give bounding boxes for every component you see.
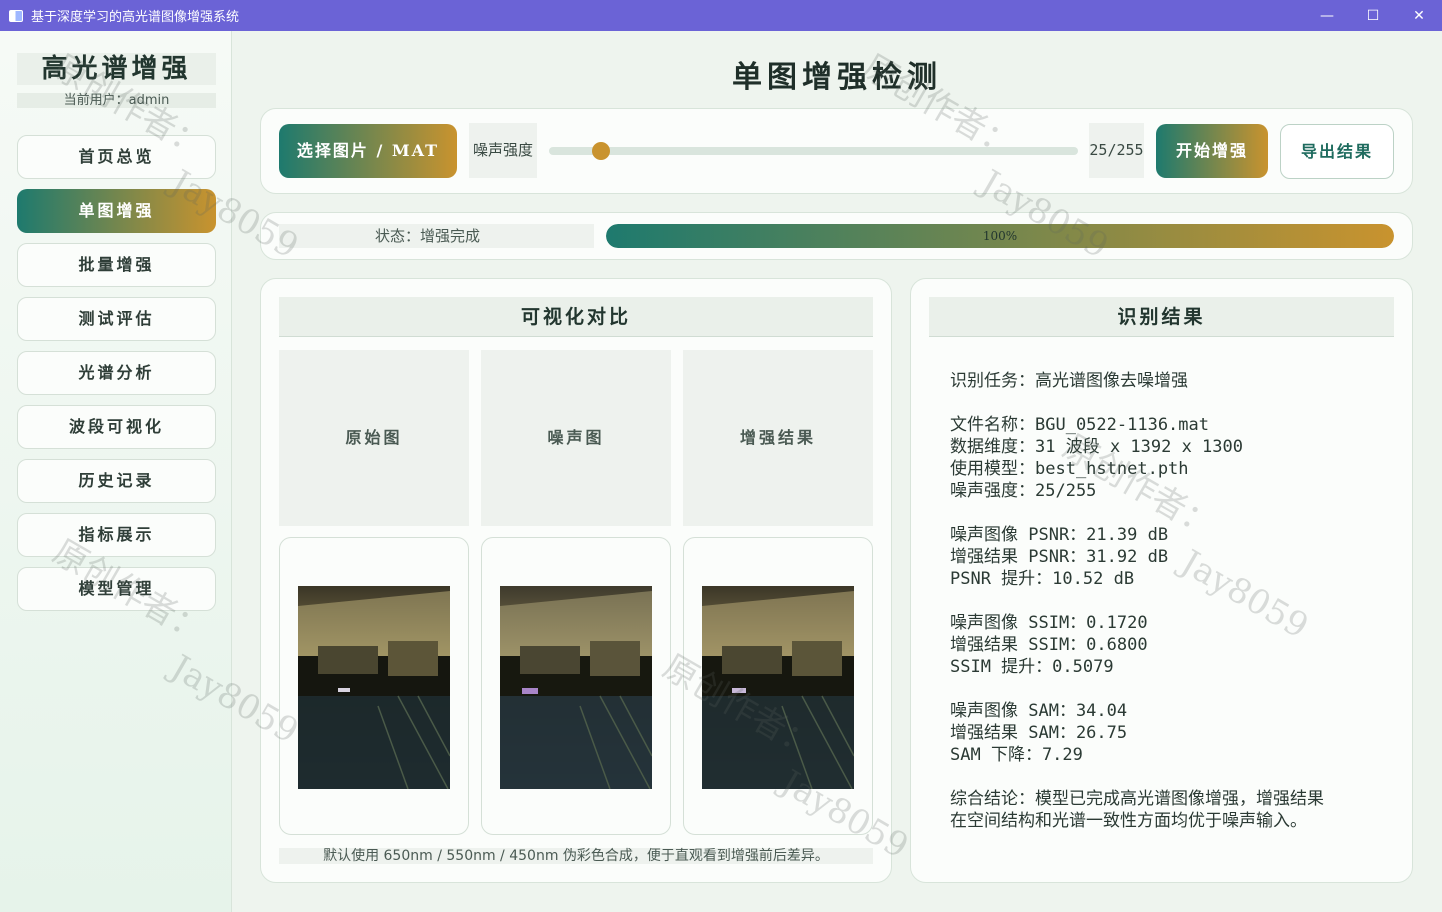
app-icon: [9, 9, 23, 22]
minimize-icon[interactable]: —: [1304, 0, 1350, 31]
original-label: 原始图: [279, 350, 469, 526]
sidebar-item-spectral[interactable]: 光谱分析: [17, 351, 216, 395]
visual-title: 可视化对比: [279, 297, 873, 337]
current-user: 当前用户：admin: [17, 93, 216, 108]
noise-label: 噪声强度: [469, 123, 537, 178]
noisy-image-card: [481, 537, 671, 835]
window-controls: — ☐ ✕: [1304, 0, 1442, 31]
noise-value: 25/255: [1089, 123, 1144, 178]
noisy-label: 噪声图: [481, 350, 671, 526]
start-enhance-button[interactable]: 开始增强: [1156, 124, 1268, 178]
progress-label: 100%: [982, 229, 1018, 243]
close-icon[interactable]: ✕: [1396, 0, 1442, 31]
select-image-button[interactable]: 选择图片 / MAT: [279, 124, 457, 178]
noise-slider-track[interactable]: [549, 147, 1078, 155]
sidebar-item-history[interactable]: 历史记录: [17, 459, 216, 503]
sidebar-item-home[interactable]: 首页总览: [17, 135, 216, 179]
results-text: 识别任务：高光谱图像去噪增强 文件名称：BGU_0522-1136.mat 数据…: [950, 371, 1324, 831]
visual-caption: 默认使用 650nm / 550nm / 450nm 伪彩色合成，便于直观看到增…: [279, 848, 873, 864]
status-text: 状态：增强完成: [279, 224, 594, 248]
original-image: [298, 586, 450, 789]
enhanced-image-card: [683, 537, 873, 835]
sidebar-item-model[interactable]: 模型管理: [17, 567, 216, 611]
enhanced-label: 增强结果: [683, 350, 873, 526]
original-image-card: [279, 537, 469, 835]
export-button[interactable]: 导出结果: [1280, 124, 1394, 179]
window-titlebar: 基于深度学习的高光谱图像增强系统 — ☐ ✕: [0, 0, 1442, 31]
brand-title: 高光谱增强: [17, 53, 216, 85]
sidebar-item-single[interactable]: 单图增强: [17, 189, 216, 233]
sidebar-item-batch[interactable]: 批量增强: [17, 243, 216, 287]
sidebar-item-test[interactable]: 测试评估: [17, 297, 216, 341]
maximize-icon[interactable]: ☐: [1350, 0, 1396, 31]
enhanced-image: [702, 586, 854, 789]
results-title: 识别结果: [929, 297, 1394, 337]
sidebar-item-metrics[interactable]: 指标展示: [17, 513, 216, 557]
sidebar: 高光谱增强 当前用户：admin 首页总览 单图增强 批量增强 测试评估 光谱分…: [0, 31, 232, 912]
progress-bar: 100%: [606, 224, 1394, 248]
sidebar-item-band[interactable]: 波段可视化: [17, 405, 216, 449]
noise-slider-handle[interactable]: [591, 142, 610, 160]
page-title: 单图增强检测: [732, 60, 942, 95]
window-title: 基于深度学习的高光谱图像增强系统: [31, 9, 240, 24]
noisy-image: [500, 586, 652, 789]
